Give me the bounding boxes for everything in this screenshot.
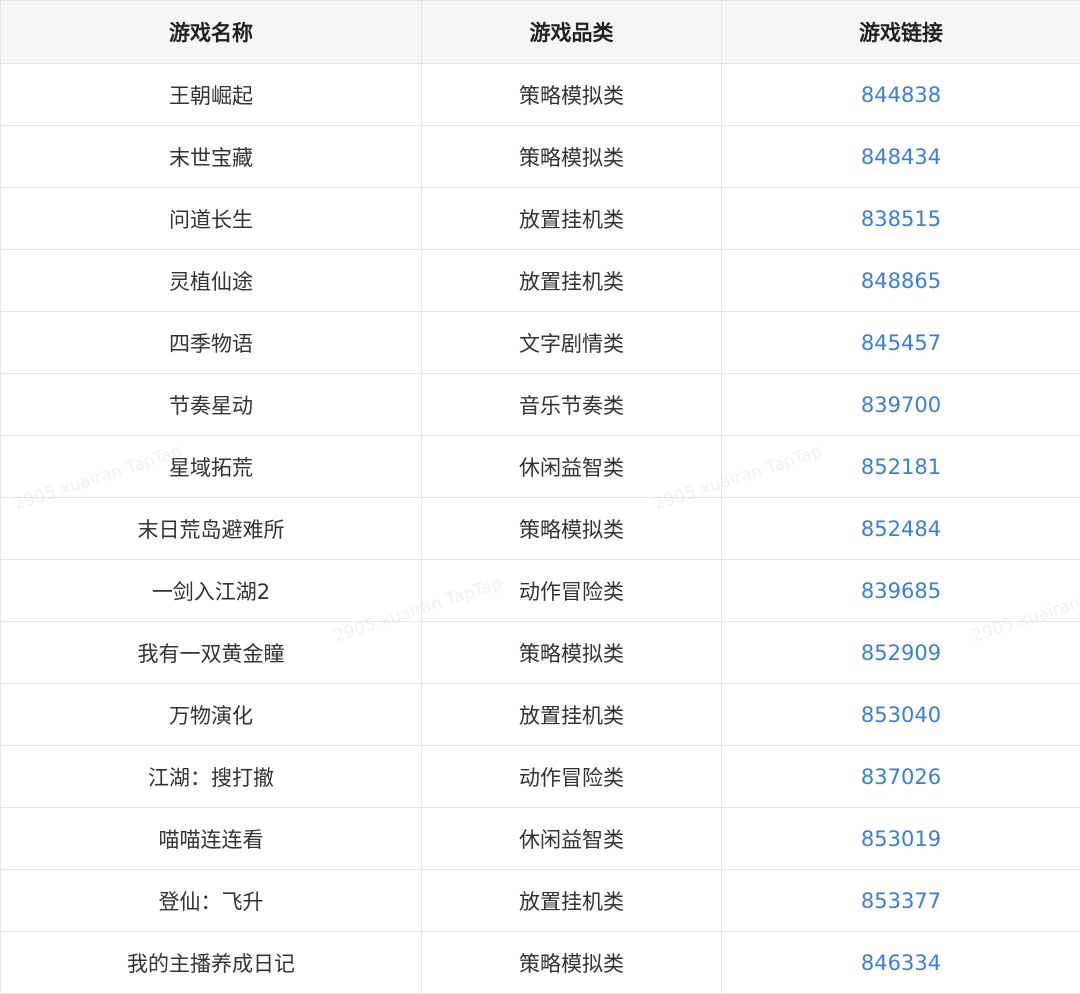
game-name-cell: 登仙：飞升 bbox=[1, 870, 422, 932]
game-link[interactable]: 846334 bbox=[861, 951, 941, 975]
game-link-cell: 844838 bbox=[722, 64, 1080, 126]
game-category-cell: 策略模拟类 bbox=[422, 498, 722, 560]
table-body: 王朝崛起策略模拟类844838末世宝藏策略模拟类848434问道长生放置挂机类8… bbox=[1, 64, 1080, 994]
game-name-cell: 一剑入江湖2 bbox=[1, 560, 422, 622]
game-link-cell: 848865 bbox=[722, 250, 1080, 312]
table-row: 星域拓荒休闲益智类 852181 bbox=[1, 436, 1080, 498]
table-row: 节奏星动音乐节奏类 839700 bbox=[1, 374, 1080, 436]
game-category-cell: 放置挂机类 bbox=[422, 684, 722, 746]
table-row: 灵植仙途放置挂机类 848865 bbox=[1, 250, 1080, 312]
game-category-cell: 休闲益智类 bbox=[422, 808, 722, 870]
game-link-cell: 852909 bbox=[722, 622, 1080, 684]
game-name-cell: 我有一双黄金瞳 bbox=[1, 622, 422, 684]
game-name-cell: 王朝崛起 bbox=[1, 64, 422, 126]
game-category-cell: 策略模拟类 bbox=[422, 64, 722, 126]
game-link[interactable]: 853040 bbox=[861, 703, 941, 727]
game-link-cell: 853377 bbox=[722, 870, 1080, 932]
game-name-cell: 江湖：搜打撤 bbox=[1, 746, 422, 808]
game-table: 游戏名称 游戏品类 游戏链接 王朝崛起策略模拟类844838末世宝藏策略模拟类8… bbox=[0, 0, 1080, 994]
game-link-cell: 852484 bbox=[722, 498, 1080, 560]
game-name-cell: 末日荒岛避难所 bbox=[1, 498, 422, 560]
table-row: 喵喵连连看休闲益智类 853019 bbox=[1, 808, 1080, 870]
table-row: 江湖：搜打撤动作冒险类 837026 bbox=[1, 746, 1080, 808]
game-category-cell: 放置挂机类 bbox=[422, 188, 722, 250]
game-link[interactable]: 839700 bbox=[861, 393, 941, 417]
table-row: 四季物语文字剧情类 845457 bbox=[1, 312, 1080, 374]
game-name-cell: 万物演化 bbox=[1, 684, 422, 746]
game-link[interactable]: 837026 bbox=[861, 765, 941, 789]
game-name-cell: 末世宝藏 bbox=[1, 126, 422, 188]
table-row: 问道长生放置挂机类 838515 bbox=[1, 188, 1080, 250]
game-link[interactable]: 852181 bbox=[861, 455, 941, 479]
game-link[interactable]: 848865 bbox=[861, 269, 941, 293]
game-link-cell: 845457 bbox=[722, 312, 1080, 374]
header-game-category: 游戏品类 bbox=[422, 1, 722, 64]
game-category-cell: 动作冒险类 bbox=[422, 560, 722, 622]
game-name-cell: 喵喵连连看 bbox=[1, 808, 422, 870]
game-category-cell: 策略模拟类 bbox=[422, 622, 722, 684]
game-table-container: 游戏名称 游戏品类 游戏链接 王朝崛起策略模拟类844838末世宝藏策略模拟类8… bbox=[0, 0, 1080, 994]
table-row: 登仙：飞升放置挂机类 853377 bbox=[1, 870, 1080, 932]
game-name-cell: 四季物语 bbox=[1, 312, 422, 374]
game-link[interactable]: 852909 bbox=[861, 641, 941, 665]
game-category-cell: 文字剧情类 bbox=[422, 312, 722, 374]
game-link-cell: 838515 bbox=[722, 188, 1080, 250]
game-category-cell: 策略模拟类 bbox=[422, 126, 722, 188]
game-link-cell: 839685 bbox=[722, 560, 1080, 622]
game-link[interactable]: 839685 bbox=[861, 579, 941, 603]
game-link-cell: 853040 bbox=[722, 684, 1080, 746]
game-category-cell: 音乐节奏类 bbox=[422, 374, 722, 436]
table-row: 我的主播养成日记策略模拟类 846334 bbox=[1, 932, 1080, 994]
game-link[interactable]: 845457 bbox=[861, 331, 941, 355]
game-link[interactable]: 852484 bbox=[861, 517, 941, 541]
header-game-link: 游戏链接 bbox=[722, 1, 1080, 64]
game-link-cell: 852181 bbox=[722, 436, 1080, 498]
table-row: 万物演化放置挂机类 853040 bbox=[1, 684, 1080, 746]
table-row: 王朝崛起策略模拟类 844838 bbox=[1, 64, 1080, 126]
game-category-cell: 放置挂机类 bbox=[422, 250, 722, 312]
table-row: 一剑入江湖2动作冒险类 839685 bbox=[1, 560, 1080, 622]
game-category-cell: 策略模拟类 bbox=[422, 932, 722, 994]
game-link[interactable]: 853019 bbox=[861, 827, 941, 851]
game-name-cell: 问道长生 bbox=[1, 188, 422, 250]
header-game-name: 游戏名称 bbox=[1, 1, 422, 64]
table-header: 游戏名称 游戏品类 游戏链接 bbox=[1, 1, 1080, 64]
game-name-cell: 灵植仙途 bbox=[1, 250, 422, 312]
game-name-cell: 星域拓荒 bbox=[1, 436, 422, 498]
game-link[interactable]: 838515 bbox=[861, 207, 941, 231]
table-row: 末世宝藏策略模拟类 848434 bbox=[1, 126, 1080, 188]
game-link[interactable]: 853377 bbox=[861, 889, 941, 913]
game-link-cell: 853019 bbox=[722, 808, 1080, 870]
game-link[interactable]: 844838 bbox=[861, 83, 941, 107]
game-link-cell: 839700 bbox=[722, 374, 1080, 436]
game-category-cell: 休闲益智类 bbox=[422, 436, 722, 498]
game-link-cell: 837026 bbox=[722, 746, 1080, 808]
game-name-cell: 节奏星动 bbox=[1, 374, 422, 436]
header-row: 游戏名称 游戏品类 游戏链接 bbox=[1, 1, 1080, 64]
table-row: 我有一双黄金瞳策略模拟类 852909 bbox=[1, 622, 1080, 684]
game-category-cell: 动作冒险类 bbox=[422, 746, 722, 808]
game-link[interactable]: 848434 bbox=[861, 145, 941, 169]
game-name-cell: 我的主播养成日记 bbox=[1, 932, 422, 994]
table-row: 末日荒岛避难所策略模拟类 852484 bbox=[1, 498, 1080, 560]
game-link-cell: 848434 bbox=[722, 126, 1080, 188]
game-category-cell: 放置挂机类 bbox=[422, 870, 722, 932]
game-link-cell: 846334 bbox=[722, 932, 1080, 994]
